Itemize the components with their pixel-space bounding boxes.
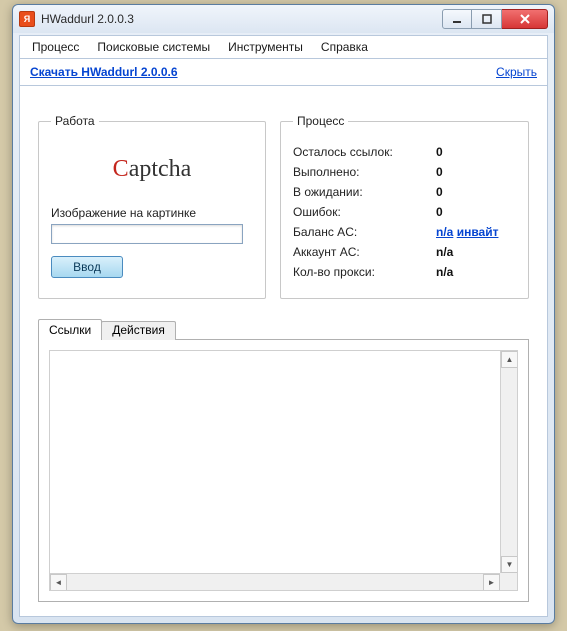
label-waiting: В ожидании: [293,185,363,199]
app-icon: Я [19,11,35,27]
tab-links[interactable]: Ссылки [38,319,102,340]
row-remaining: Осталось ссылок: 0 [293,142,516,162]
captcha-input-label: Изображение на картинке [51,206,253,220]
label-remaining: Осталось ссылок: [293,145,393,159]
minimize-button[interactable] [442,9,472,29]
tab-panel: ▲ ▼ ◄ ► [38,339,529,602]
link-bar: Скачать HWaddurl 2.0.0.6 Скрыть [19,59,548,86]
menu-tools[interactable]: Инструменты [220,37,311,57]
window-buttons [442,9,548,29]
download-link[interactable]: Скачать HWaddurl 2.0.0.6 [30,65,178,79]
close-button[interactable] [502,9,548,29]
captcha-text-dark: aptcha [129,156,192,183]
maximize-icon [482,14,492,24]
row-errors: Ошибок: 0 [293,202,516,222]
tabstrip: Ссылки Действия [38,319,529,340]
label-proxies: Кол-во прокси: [293,265,375,279]
value-done: 0 [436,165,516,179]
app-window: Я HWaddurl 2.0.0.3 Процесс Поисковые сис… [12,4,555,624]
label-account: Аккаунт AC: [293,245,360,259]
value-remaining: 0 [436,145,516,159]
row-proxies: Кол-во прокси: n/a [293,262,516,282]
scroll-right-button[interactable]: ► [483,574,500,591]
value-errors: 0 [436,205,516,219]
maximize-button[interactable] [472,9,502,29]
menu-help[interactable]: Справка [313,37,376,57]
menubar: Процесс Поисковые системы Инструменты Сп… [19,35,548,59]
label-errors: Ошибок: [293,205,341,219]
scroll-down-button[interactable]: ▼ [501,556,518,573]
top-row: Работа Captcha Изображение на картинке В… [38,114,529,299]
tabs-area: Ссылки Действия ▲ ▼ ◄ ► [38,319,529,602]
window-title: HWaddurl 2.0.0.3 [41,12,442,26]
submit-button[interactable]: Ввод [51,256,123,278]
process-group: Процесс Осталось ссылок: 0 Выполнено: 0 … [280,114,529,299]
scrollbar-horizontal[interactable]: ◄ ► [50,573,500,590]
minimize-icon [452,14,462,24]
label-done: Выполнено: [293,165,359,179]
links-list[interactable]: ▲ ▼ ◄ ► [49,350,518,591]
row-account: Аккаунт AC: n/a [293,242,516,262]
captcha-text-red: C [113,156,129,183]
value-balance: n/a инвайт [436,225,516,239]
captcha-input[interactable] [51,224,243,244]
process-legend: Процесс [293,114,348,128]
value-proxies: n/a [436,265,516,279]
tab-actions[interactable]: Действия [101,321,176,340]
scroll-up-button[interactable]: ▲ [501,351,518,368]
value-account: n/a [436,245,516,259]
client-area: Работа Captcha Изображение на картинке В… [19,86,548,617]
work-group: Работа Captcha Изображение на картинке В… [38,114,266,299]
titlebar[interactable]: Я HWaddurl 2.0.0.3 [13,5,554,33]
row-waiting: В ожидании: 0 [293,182,516,202]
scrollbar-vertical[interactable]: ▲ ▼ [500,351,517,573]
menu-search-engines[interactable]: Поисковые системы [89,37,218,57]
captcha-image: Captcha [67,144,237,194]
menu-process[interactable]: Процесс [24,37,87,57]
row-done: Выполнено: 0 [293,162,516,182]
scroll-corner [500,573,517,590]
balance-invite-link[interactable]: инвайт [457,225,499,239]
work-legend: Работа [51,114,99,128]
scroll-left-button[interactable]: ◄ [50,574,67,591]
value-waiting: 0 [436,185,516,199]
balance-na-link[interactable]: n/a [436,225,453,239]
close-icon [519,13,531,25]
label-balance: Баланс AC: [293,225,357,239]
row-balance: Баланс AC: n/a инвайт [293,222,516,242]
hide-link[interactable]: Скрыть [496,65,537,79]
